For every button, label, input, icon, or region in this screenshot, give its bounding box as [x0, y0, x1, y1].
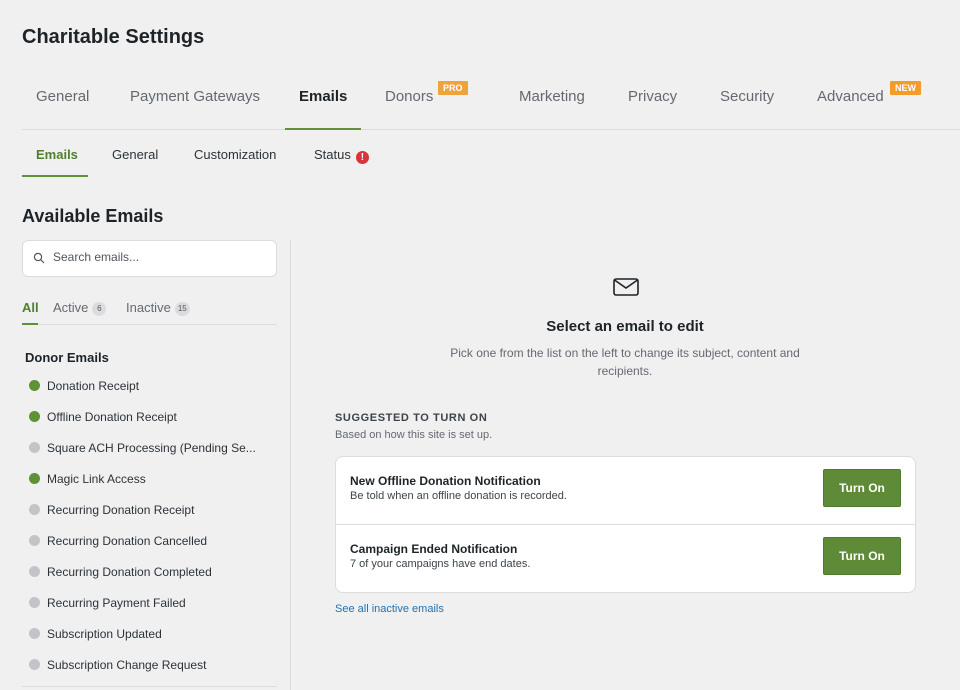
search-icon — [33, 252, 45, 264]
section-title: Available Emails — [22, 206, 164, 226]
turn-on-button[interactable]: Turn On — [823, 537, 901, 575]
status-dot — [29, 411, 40, 422]
suggested-item-description: Be told when an offline donation is reco… — [350, 490, 567, 502]
suggested-item-description: 7 of your campaigns have end dates. — [350, 558, 531, 570]
suggested-label: SUGGESTED TO TURN ON — [335, 412, 488, 424]
tab-label: Advanced — [817, 88, 884, 105]
status-dot — [29, 659, 40, 670]
email-item[interactable]: Square ACH Processing (Pending Se... — [29, 441, 279, 461]
suggested-item: New Offline Donation Notification Be tol… — [336, 457, 915, 525]
subtab-customization[interactable]: Customization — [194, 147, 276, 162]
tab-label: Security — [720, 88, 775, 105]
status-dot — [29, 535, 40, 546]
suggested-item-title: Campaign Ended Notification — [350, 542, 518, 556]
filter-active[interactable]: Active 6 — [53, 300, 107, 316]
tab-label: Marketing — [519, 88, 585, 105]
pro-badge: PRO — [438, 81, 468, 95]
tab-payment-gateways[interactable]: Payment Gateways — [130, 78, 260, 130]
panel-divider — [290, 240, 291, 690]
see-all-inactive-link[interactable]: See all inactive emails — [335, 603, 444, 615]
status-dot — [29, 442, 40, 453]
tab-label: Emails — [299, 88, 348, 105]
email-item[interactable]: Subscription Change Request — [29, 658, 279, 678]
status-dot — [29, 473, 40, 484]
tab-emails[interactable]: Emails — [284, 78, 362, 130]
email-item[interactable]: Recurring Payment Failed — [29, 596, 279, 616]
email-item[interactable]: Recurring Donation Receipt — [29, 503, 279, 523]
status-filter: All Active 6 Inactive 15 — [22, 297, 277, 325]
tab-label: Payment Gateways — [130, 88, 261, 105]
subtab-emails[interactable]: Emails — [36, 147, 78, 162]
top-tab-bar: General Payment Gateways Emails Donors PR… — [22, 78, 960, 130]
email-item[interactable]: Recurring Donation Cancelled — [29, 534, 279, 554]
new-badge: NEW — [890, 81, 921, 95]
email-label: Subscription Updated — [47, 627, 162, 641]
suggested-subtitle: Based on how this site is set up. — [335, 429, 493, 441]
alert-icon: ! — [355, 151, 369, 164]
email-list-panel: All Active6 Inactive15 Donor Emails Dona… — [22, 240, 277, 690]
filter-active-indicator — [22, 323, 38, 325]
turn-on-button[interactable]: Turn On — [823, 469, 901, 507]
subtab-status[interactable]: Status! — [314, 147, 369, 164]
empty-description: Pick one from the list on the left to ch… — [450, 346, 800, 378]
email-item[interactable]: Subscription Updated — [29, 627, 279, 647]
tab-label: Privacy — [628, 88, 678, 105]
email-label: Recurring Donation Receipt — [47, 503, 195, 517]
status-dot — [29, 504, 40, 515]
email-item[interactable]: Recurring Donation Completed — [29, 565, 279, 585]
email-label: Donation Receipt — [47, 379, 140, 393]
tab-general[interactable]: General — [36, 78, 89, 130]
subtab-active-indicator — [22, 175, 88, 177]
page-title: Charitable Settings — [22, 26, 205, 48]
tab-label: Donors — [385, 88, 434, 105]
email-item[interactable]: Magic Link Access — [29, 472, 279, 492]
mail-icon — [613, 278, 639, 296]
active-count: 6 — [92, 302, 107, 316]
email-label: Square ACH Processing (Pending Se... — [47, 441, 256, 455]
suggested-card: New Offline Donation Notification Be tol… — [335, 456, 916, 593]
suggested-item: Campaign Ended Notification 7 of your ca… — [336, 525, 915, 593]
tab-label: General — [36, 88, 90, 105]
email-label: Offline Donation Receipt — [47, 410, 177, 424]
suggested-item-title: New Offline Donation Notification — [350, 474, 541, 488]
email-label: Recurring Donation Completed — [47, 565, 212, 579]
email-label: Magic Link Access — [47, 472, 146, 486]
search-input[interactable] — [53, 250, 268, 264]
filter-inactive[interactable]: Inactive 15 — [126, 300, 190, 316]
status-dot — [29, 566, 40, 577]
filter-all[interactable]: All — [22, 300, 39, 315]
filter-inactive-label: Inactive — [126, 300, 171, 315]
list-divider — [22, 686, 277, 687]
subtab-general[interactable]: General — [112, 147, 158, 162]
empty-title: Select an email to edit — [546, 318, 704, 335]
tab-donors[interactable]: Donors PRO — [385, 78, 468, 130]
status-dot — [29, 597, 40, 608]
group-title: Donor Emails — [25, 350, 109, 365]
suggested-header: SUGGESTED TO TURN ON Based on how this s… — [335, 412, 915, 441]
tab-security[interactable]: Security — [720, 78, 774, 130]
email-item[interactable]: Donation Receipt — [29, 379, 279, 399]
subtab-status-label: Status — [314, 147, 351, 162]
tab-advanced[interactable]: Advanced NEW — [817, 78, 921, 130]
tab-marketing[interactable]: Marketing — [519, 78, 585, 130]
filter-active-label: Active — [53, 300, 89, 315]
status-dot — [29, 628, 40, 639]
email-label: Subscription Change Request — [47, 658, 207, 672]
search-box[interactable] — [22, 240, 277, 277]
tab-privacy[interactable]: Privacy — [628, 78, 677, 130]
email-item[interactable]: Offline Donation Receipt — [29, 410, 279, 430]
email-label: Recurring Donation Cancelled — [47, 534, 208, 548]
email-label: Recurring Payment Failed — [47, 596, 186, 610]
status-dot — [29, 380, 40, 391]
inactive-count: 15 — [174, 302, 190, 316]
